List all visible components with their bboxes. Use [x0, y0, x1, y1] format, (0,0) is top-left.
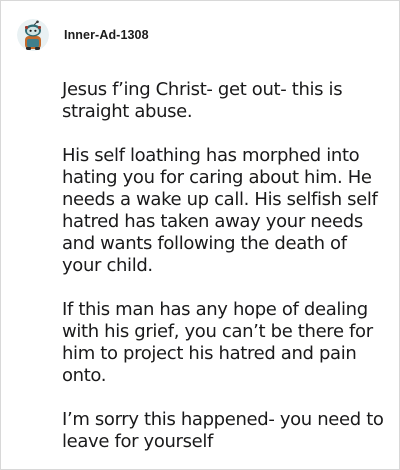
comment-body: Jesus f’ing Christ- get out- this is str… [62, 79, 388, 453]
comment-paragraph-2: His self loathing has morphed into hatin… [62, 145, 378, 276]
reddit-snoo-avatar-icon[interactable] [17, 19, 49, 51]
comment-paragraph-4: I’m sorry this happened- you need to lea… [62, 409, 384, 452]
comment-paragraph-1: Jesus f’ing Christ- get out- this is str… [62, 79, 343, 122]
comment-paragraph-3: If this man has any hope of dealing with… [62, 299, 373, 386]
comment-header: Inner-Ad-1308 [17, 18, 149, 52]
comment-card: Inner-Ad-1308 Jesus f’ing Christ- get ou… [0, 0, 400, 470]
comment-author[interactable]: Inner-Ad-1308 [64, 28, 149, 42]
